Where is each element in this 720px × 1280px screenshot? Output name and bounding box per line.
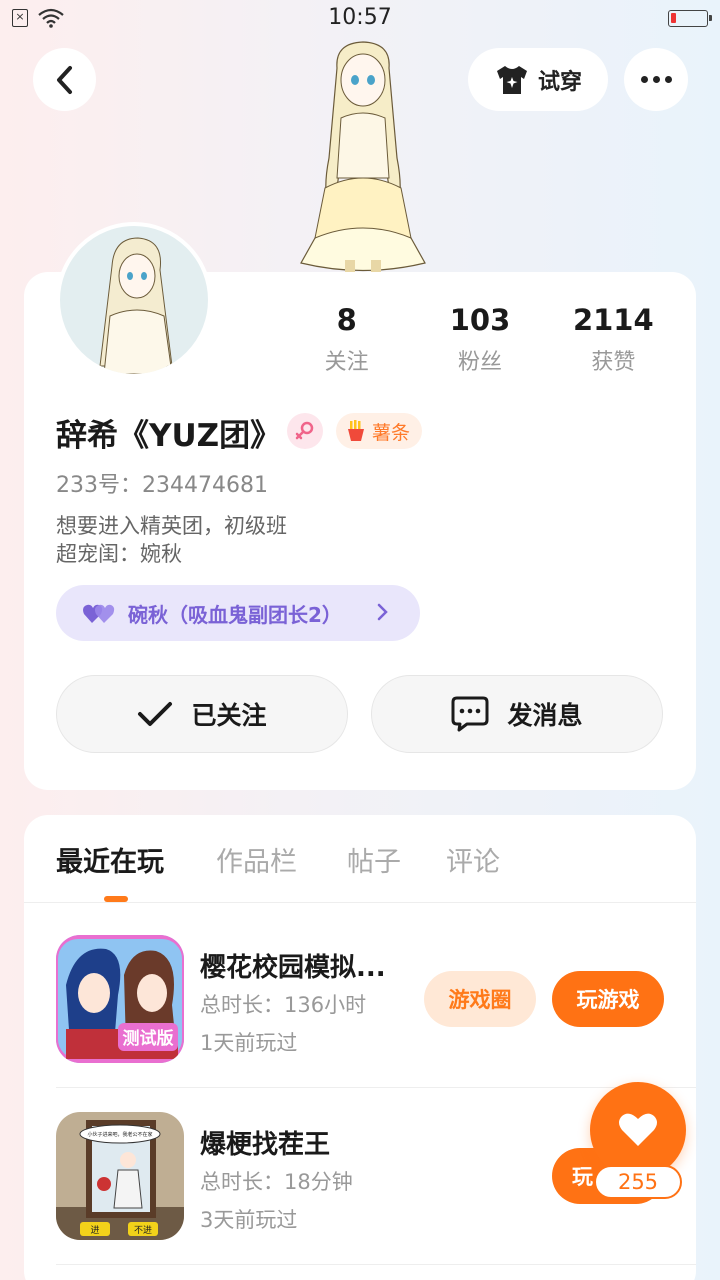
tab-comments[interactable]: 评论 [446, 840, 500, 879]
chat-bubble-icon [451, 696, 489, 732]
try-on-button[interactable]: 试穿 [468, 48, 608, 111]
game-duration: 总时长：18分钟 [200, 1170, 353, 1194]
cp-label: 碗秋（吸血鬼副团长2） [128, 602, 342, 627]
game-last-played: 3天前玩过 [200, 1208, 298, 1232]
chevron-right-icon [377, 603, 388, 621]
more-dot [652, 76, 660, 83]
floating-like-button[interactable] [590, 1082, 686, 1178]
divider [56, 1087, 696, 1088]
following-count: 8 [336, 303, 357, 337]
divider [56, 1264, 696, 1265]
user-avatar[interactable] [56, 222, 212, 378]
more-dot [640, 76, 648, 83]
send-message-button[interactable]: 发消息 [371, 675, 663, 753]
stats-row: 8 关注 103 粉丝 2114 获赞 [280, 302, 680, 376]
bio-line: 想要进入精英团，初级班 [56, 514, 287, 538]
cp-relation-badge[interactable]: 碗秋（吸血鬼副团长2） [56, 585, 420, 641]
tab-recent-played[interactable]: 最近在玩 [56, 840, 164, 879]
character-illustration [300, 41, 426, 276]
clock: 10:57 [328, 5, 392, 30]
tab-works[interactable]: 作品栏 [216, 840, 297, 879]
game-icon-speech-text: 小伙子进来吧，我老公不在家 [87, 1131, 152, 1138]
stat-likes[interactable]: 2114 获赞 [547, 302, 680, 376]
user-bio: 想要进入精英团，初级班 超宠闺：婉秋 [56, 512, 287, 568]
followed-label: 已关注 [191, 701, 267, 730]
like-count: 255 [594, 1165, 682, 1199]
fries-icon [348, 420, 364, 441]
more-dot [664, 76, 672, 83]
checkmark-icon [138, 702, 173, 726]
divider [24, 902, 696, 903]
play-game-button[interactable]: 玩游戏 [552, 971, 664, 1027]
stat-following[interactable]: 8 关注 [280, 302, 413, 376]
double-heart-icon [83, 604, 115, 623]
game-icon-no-enter-text: 不进 [134, 1225, 152, 1236]
avatar-illustration [99, 237, 173, 374]
stat-fans[interactable]: 103 粉丝 [413, 302, 546, 376]
tshirt-icon [496, 65, 527, 94]
female-gender-icon [287, 413, 323, 449]
bio-line: 超宠闺：婉秋 [56, 542, 182, 566]
game-icon-sakura[interactable]: 测试版 [56, 935, 184, 1063]
tab-posts[interactable]: 帖子 [347, 840, 401, 879]
game-icon-find-difference[interactable]: 小伙子进来吧，我老公不在家 进 不进 [56, 1112, 184, 1240]
game-title[interactable]: 樱花校园模拟... [200, 947, 386, 984]
status-bar: × 10:57 [0, 0, 720, 40]
game-title[interactable]: 爆梗找茬王 [200, 1124, 330, 1161]
likes-count: 2114 [572, 303, 654, 337]
back-button[interactable] [33, 48, 96, 111]
level-badge[interactable]: 薯条 [336, 413, 423, 449]
heart-icon [619, 1113, 657, 1146]
game-duration: 总时长：136小时 [200, 993, 367, 1017]
username: 辞希《YUZ团》 [56, 418, 282, 454]
game-icon-enter-text: 进 [90, 1225, 99, 1236]
battery-icon [668, 10, 712, 27]
game-last-played: 1天前玩过 [200, 1031, 298, 1055]
likes-label: 获赞 [591, 350, 636, 375]
back-arrow-icon [56, 65, 72, 94]
game-circle-button[interactable]: 游戏圈 [424, 971, 536, 1027]
try-on-label: 试穿 [537, 69, 582, 95]
followed-button[interactable]: 已关注 [56, 675, 348, 753]
user-id[interactable]: 233号：234474681 [56, 467, 268, 499]
game-icon-badge-text: 测试版 [123, 1028, 174, 1049]
more-options-button[interactable] [624, 48, 688, 111]
fans-label: 粉丝 [457, 350, 502, 375]
level-label: 薯条 [372, 421, 411, 444]
send-message-label: 发消息 [507, 701, 583, 730]
fans-count: 103 [449, 303, 511, 337]
following-label: 关注 [324, 350, 369, 375]
